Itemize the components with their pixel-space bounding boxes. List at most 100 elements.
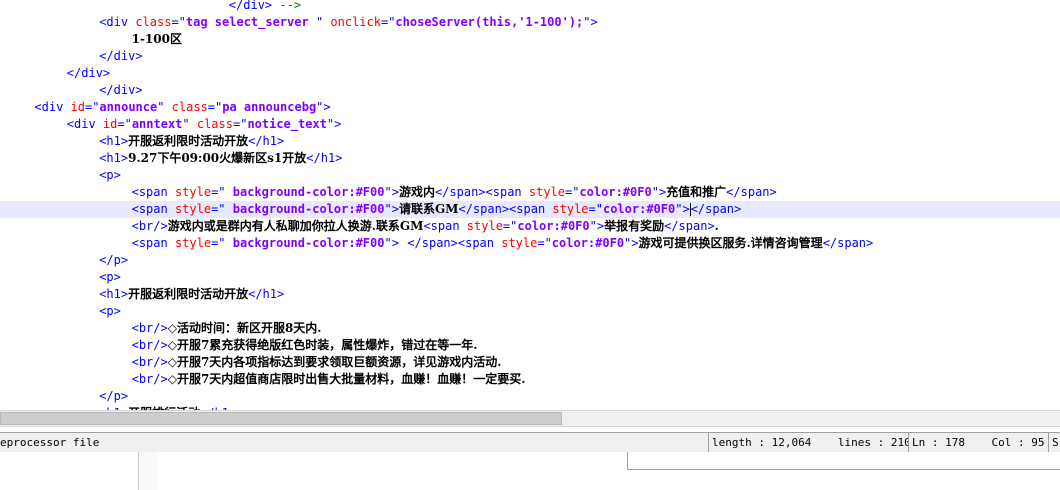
code-token: </div>: [99, 49, 143, 63]
horizontal-scrollbar[interactable]: [0, 410, 1060, 427]
code-token: style: [174, 236, 212, 250]
code-token: =": [537, 236, 552, 250]
code-token: </div>: [99, 83, 143, 97]
code-token: background-color:#F00: [225, 202, 385, 216]
code-token: 9.27下午09:00火爆新区s1开放: [128, 151, 307, 165]
code-token: <br/>: [131, 338, 168, 352]
code-token: ">: [316, 100, 331, 114]
code-token: ◇活动时间：新区开服8天内.: [167, 321, 322, 335]
code-line[interactable]: </p>: [0, 388, 1060, 405]
code-line[interactable]: </div>: [0, 82, 1060, 99]
code-line[interactable]: </div> -->: [0, 0, 1060, 14]
code-token: ">: [384, 185, 399, 199]
code-line[interactable]: <br/>◇开服7累充获得绝版红色时装，属性爆炸，错过在等一年.: [0, 337, 1060, 354]
code-token: <br/>: [131, 219, 168, 233]
code-token: </span>: [822, 236, 874, 250]
code-token: 开服返利限时活动开放: [128, 287, 249, 301]
code-token: 请联系GM: [398, 202, 459, 216]
code-token: </span><span: [407, 236, 502, 250]
code-token: <br/>: [131, 321, 168, 335]
code-token: color:#0F0: [517, 219, 590, 233]
code-line[interactable]: <div class="tag select_server " onclick=…: [0, 14, 1060, 31]
code-token: 游戏内或是群内有人私聊加你拉人换游.联系GM: [167, 219, 424, 233]
code-token: </p>: [99, 253, 129, 267]
code-line[interactable]: </p>: [0, 252, 1060, 269]
code-token: ">: [675, 202, 690, 216]
code-line[interactable]: <br/>◇活动时间：新区开服8天内.: [0, 320, 1060, 337]
status-length-lines: length : 12,064 lines : 210: [708, 433, 908, 452]
code-token: </span>: [726, 185, 777, 199]
code-line[interactable]: </div>: [0, 48, 1060, 65]
status-ln: Ln : 178: [912, 436, 965, 449]
code-line[interactable]: <p>: [0, 167, 1060, 184]
code-token: </p>: [99, 389, 129, 403]
code-token: anntext: [131, 117, 183, 131]
code-line[interactable]: <h1>开服返利限时活动开放</h1>: [0, 133, 1060, 150]
code-token: ">: [624, 236, 639, 250]
code-token: <h1>: [99, 151, 129, 165]
code-token: ◇开服7天内超值商店限时出售大批量材料，血赚！血赚！一定要买.: [167, 372, 526, 386]
code-token: </div>: [228, 0, 273, 12]
code-token: =": [207, 100, 223, 114]
code-line[interactable]: </div>: [0, 65, 1060, 82]
code-token: ">: [384, 202, 399, 216]
code-token: class: [171, 100, 208, 114]
code-token: background-color:#F00: [225, 185, 385, 199]
code-line[interactable]: <p>: [0, 269, 1060, 286]
status-sel: S: [1048, 433, 1060, 452]
code-token: style: [528, 185, 565, 199]
code-line[interactable]: <p>: [0, 303, 1060, 320]
code-line[interactable]: <br/>游戏内或是群内有人私聊加你拉人换游.联系GM<span style="…: [0, 218, 1060, 235]
code-token: <span: [423, 219, 467, 233]
code-token: ": [315, 15, 331, 29]
code-token: 开服返利限时活动开放: [128, 134, 249, 148]
code-token: ">: [326, 117, 342, 131]
code-token: <p>: [99, 304, 121, 318]
code-token: =": [171, 15, 186, 29]
code-token: </span>: [664, 219, 715, 233]
code-line-current[interactable]: <span style=" background-color:#F00">请联系…: [0, 201, 1060, 218]
code-token: =": [211, 185, 226, 199]
code-token: tag select_server: [185, 15, 316, 29]
code-token: id: [70, 100, 85, 114]
code-line[interactable]: <span style=" background-color:#F00">游戏内…: [0, 184, 1060, 201]
code-token: pa announcebg: [222, 100, 317, 114]
code-token: style: [466, 219, 503, 233]
code-token: ◇开服7天内各项指标达到要求领取巨额资源，详见游戏内活动.: [167, 355, 502, 369]
code-token: <div: [34, 100, 71, 114]
code-token: =": [211, 202, 226, 216]
code-token: <div: [66, 117, 103, 131]
code-token: style: [501, 236, 538, 250]
code-token: announce: [99, 100, 158, 114]
code-line[interactable]: <h1>9.27下午09:00火爆新区s1开放</h1>: [0, 150, 1060, 167]
code-line[interactable]: <br/>◇开服7天内超值商店限时出售大批量材料，血赚！血赚！一定要买.: [0, 371, 1060, 388]
code-token: 举报有奖励: [604, 219, 665, 233]
code-token: </span><span: [458, 202, 553, 216]
code-token: ">: [384, 236, 399, 250]
code-token: background-color:#F00: [225, 236, 385, 250]
code-token: 1-100区: [131, 32, 182, 46]
code-token: =": [84, 100, 100, 114]
code-token: ">: [589, 219, 605, 233]
horizontal-scrollbar-thumb[interactable]: [0, 412, 562, 425]
code-token: class: [196, 117, 233, 131]
code-token: <span: [131, 202, 175, 216]
code-token: -->: [272, 0, 302, 12]
code-token: onclick: [330, 15, 381, 29]
code-token: 充值和推广: [666, 185, 727, 199]
code-token: </span>: [690, 202, 742, 216]
code-token: 游戏可提供换区服务.详情咨询管理: [638, 236, 823, 250]
status-cursor-position: Ln : 178 Col : 95: [908, 433, 1048, 452]
code-token: ">: [583, 15, 598, 29]
code-line[interactable]: <h1>开服返利限时活动开放</h1>: [0, 286, 1060, 303]
code-editor[interactable]: </div> --> <div class="tag select_server …: [0, 0, 1060, 410]
code-line[interactable]: <div id="anntext" class="notice_text">: [0, 116, 1060, 133]
code-line[interactable]: <span style=" background-color:#F00"> </…: [0, 235, 1060, 252]
code-token: <h1>: [99, 134, 129, 148]
code-token: style: [552, 202, 589, 216]
code-line[interactable]: 1-100区: [0, 31, 1060, 48]
code-token: <br/>: [131, 372, 168, 386]
code-line[interactable]: <div id="announce" class="pa announcebg"…: [0, 99, 1060, 116]
code-line[interactable]: <br/>◇开服7天内各项指标达到要求领取巨额资源，详见游戏内活动.: [0, 354, 1060, 371]
code-token: </h1>: [248, 287, 285, 301]
